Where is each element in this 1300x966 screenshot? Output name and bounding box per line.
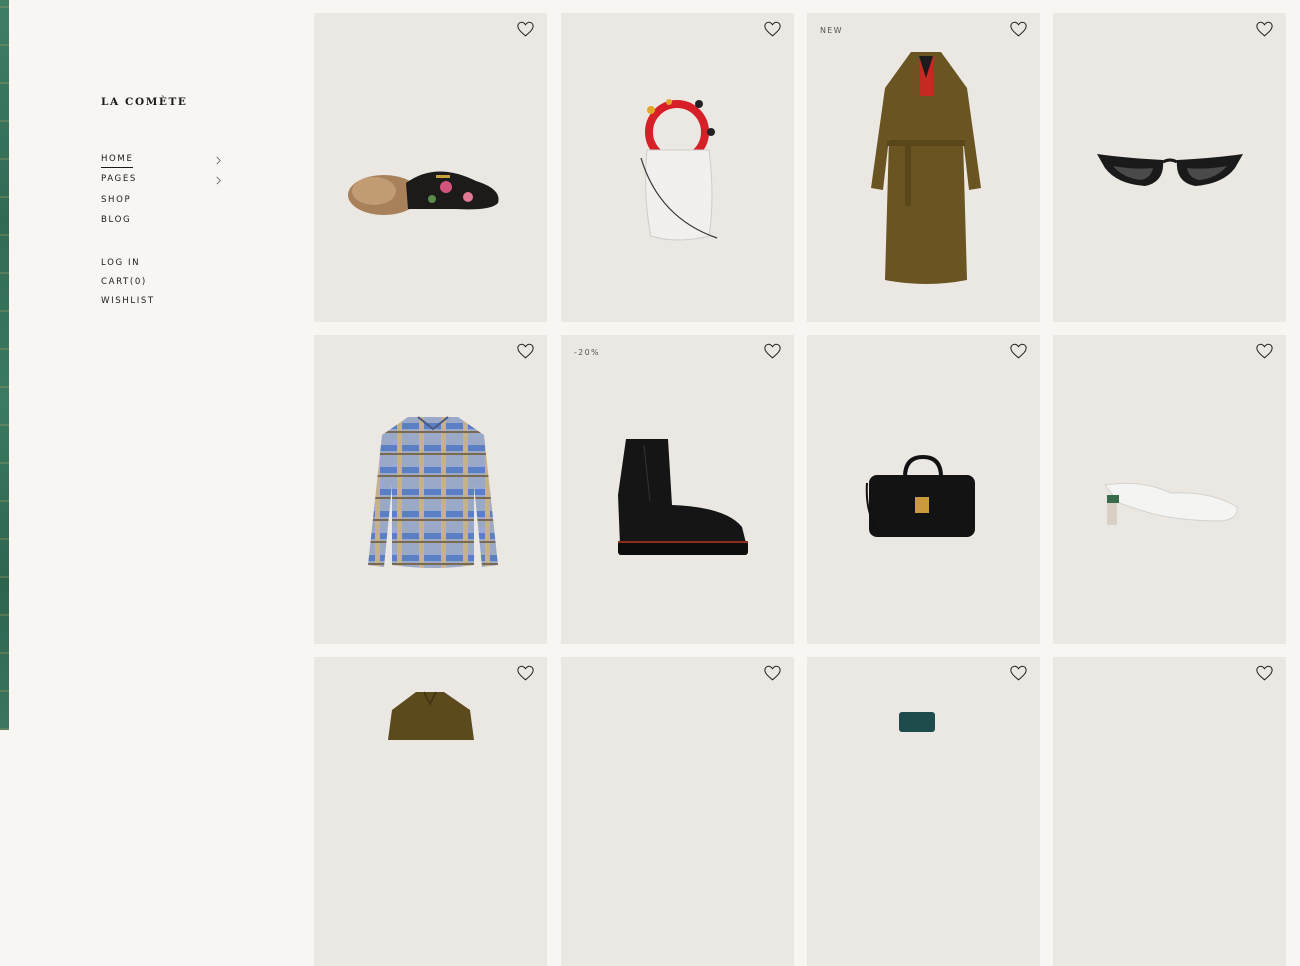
heart-icon[interactable] (517, 343, 534, 359)
product-image-jacket (388, 691, 474, 740)
decorative-edge-strip (0, 0, 9, 730)
product-card[interactable] (1053, 335, 1286, 644)
nav-item-login[interactable]: LOG IN (101, 256, 155, 275)
heart-icon[interactable] (764, 21, 781, 37)
product-card[interactable] (314, 13, 547, 322)
product-card[interactable] (807, 335, 1040, 644)
heart-icon[interactable] (1256, 343, 1273, 359)
product-badge: -20% (574, 348, 600, 357)
heart-icon[interactable] (764, 665, 781, 681)
account-nav: LOG IN CART(0) WISHLIST (101, 256, 155, 313)
chevron-right-icon (216, 176, 221, 185)
product-badge: NEW (820, 26, 843, 35)
heart-icon[interactable] (764, 343, 781, 359)
nav-item-cart[interactable]: CART(0) (101, 275, 155, 294)
nav-item-label: SHOP (101, 194, 132, 205)
product-card[interactable] (561, 657, 794, 966)
heart-icon[interactable] (1010, 21, 1027, 37)
product-image-combat-boot (618, 439, 748, 555)
nav-item-shop[interactable]: SHOP (101, 193, 223, 213)
nav-item-label: LOG IN (101, 258, 141, 268)
product-card[interactable]: NEW (807, 13, 1040, 322)
product-image-loafer (348, 171, 499, 215)
heart-icon[interactable] (1010, 665, 1027, 681)
product-image-sunglasses (1097, 154, 1243, 186)
product-image-handbag (865, 454, 975, 537)
nav-item-label: PAGES (101, 174, 137, 185)
nav-item-pages[interactable]: PAGES (101, 172, 223, 192)
product-card[interactable] (314, 657, 547, 966)
product-card[interactable]: -20% (561, 335, 794, 644)
product-image-bucket-bag (640, 99, 718, 241)
product-image-teal-item (899, 712, 935, 732)
nav-item-label: HOME (101, 152, 134, 168)
nav-item-label: CART(0) (101, 277, 147, 287)
nav-item-label: WISHLIST (101, 296, 155, 306)
heart-icon[interactable] (517, 21, 534, 37)
product-card[interactable] (1053, 13, 1286, 322)
heart-icon[interactable] (517, 665, 534, 681)
product-card[interactable] (1053, 657, 1286, 966)
nav-item-home[interactable]: HOME (101, 152, 223, 172)
heart-icon[interactable] (1010, 343, 1027, 359)
product-image-trench-coat (871, 52, 981, 284)
primary-nav: HOME PAGES SHOP BLOG (101, 152, 223, 233)
product-image-plaid-shirt (368, 416, 498, 568)
nav-item-blog[interactable]: BLOG (101, 213, 223, 233)
heart-icon[interactable] (1256, 21, 1273, 37)
chevron-right-icon (216, 156, 221, 165)
product-card[interactable] (561, 13, 794, 322)
heart-icon[interactable] (1256, 665, 1273, 681)
nav-item-wishlist[interactable]: WISHLIST (101, 294, 155, 313)
product-card[interactable] (807, 657, 1040, 966)
brand-logo[interactable]: LA COMÈTE (101, 96, 188, 108)
nav-item-label: BLOG (101, 214, 132, 225)
product-card[interactable] (314, 335, 547, 644)
product-image-mule (1104, 482, 1238, 525)
